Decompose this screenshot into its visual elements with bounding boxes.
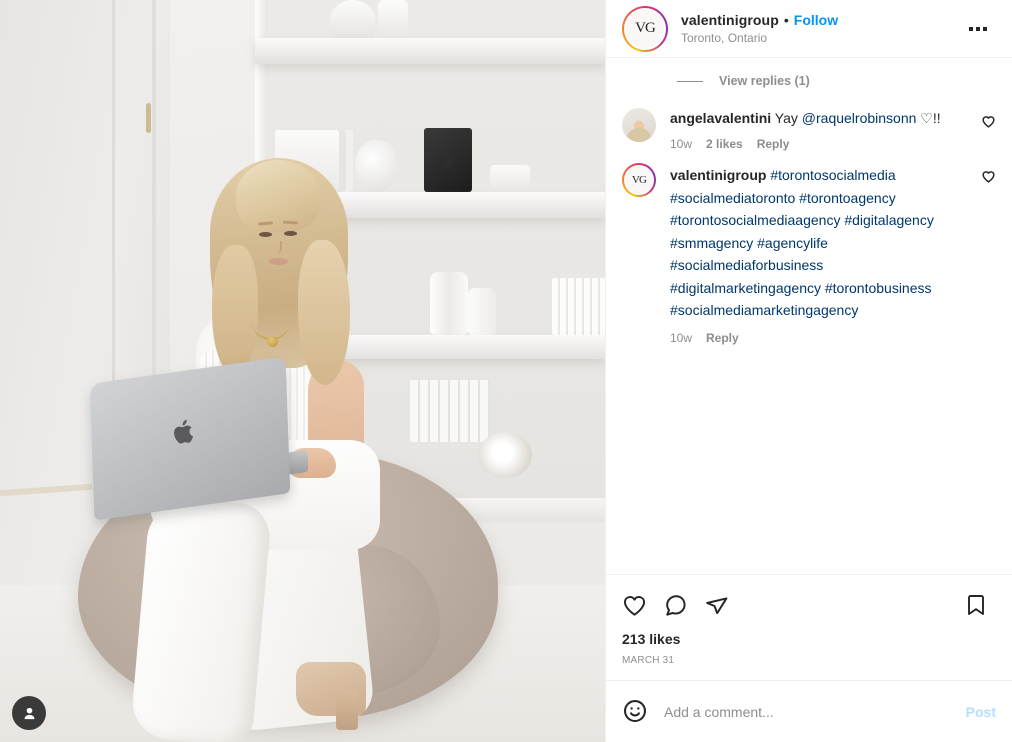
comment-like-button[interactable] — [970, 163, 996, 184]
comment-item: angelavalentini Yay @raquelrobinsonn ♡!!… — [622, 100, 996, 155]
emoji-smiley-icon — [624, 699, 646, 722]
instagram-post: VG valentinigroup • Follow Toronto, Onta… — [0, 0, 1012, 742]
comment-likes[interactable]: 2 likes — [706, 137, 743, 151]
necklace-pendant — [267, 336, 278, 347]
face — [241, 186, 313, 282]
comment-reply-button[interactable]: Reply — [706, 331, 739, 345]
header-username-row: valentinigroup • Follow — [681, 11, 958, 29]
commenter-avatar[interactable] — [622, 108, 656, 142]
emoji-picker-button[interactable] — [622, 698, 650, 726]
view-replies-button[interactable]: View replies (1) — [622, 68, 996, 100]
view-replies-dash — [677, 80, 703, 82]
more-options-icon — [983, 26, 987, 31]
post-actions: 213 likes MARCH 31 — [606, 574, 1012, 680]
likes-count[interactable]: 213 likes — [622, 629, 996, 655]
apple-logo-icon — [171, 417, 198, 448]
username-separator: • — [783, 11, 789, 28]
add-comment-bar: Post — [606, 680, 1012, 742]
comment-meta: 10w Reply — [670, 331, 970, 345]
author-avatar-initials: VG — [624, 7, 666, 50]
post-photo — [0, 0, 605, 742]
eye-right — [284, 231, 297, 236]
comment-text: valentinigroup #torontosocialmedia #soci… — [670, 164, 970, 322]
floor-geode — [478, 432, 532, 478]
person-tag-button[interactable] — [12, 696, 46, 730]
commenter-avatar-photo — [622, 108, 656, 142]
post-location[interactable]: Toronto, Ontario — [681, 30, 958, 47]
person-tag-icon — [24, 707, 34, 719]
shelf-object-canister — [430, 272, 468, 335]
comment-bubble-icon — [666, 594, 686, 616]
heart-icon — [982, 116, 995, 128]
author-username[interactable]: valentinigroup — [681, 11, 779, 29]
heart-icon — [982, 171, 995, 183]
share-post-button[interactable] — [696, 585, 737, 626]
comment-body: angelavalentini Yay @raquelrobinsonn ♡!!… — [670, 108, 970, 151]
shelf-object-speaker — [424, 128, 472, 192]
comment-trailing: ♡!! — [916, 110, 941, 126]
shelf-object-vase-small — [378, 0, 408, 40]
commenter-avatar-initials: VG — [624, 165, 654, 195]
eye-left — [259, 232, 272, 237]
post-comment-button[interactable]: Post — [956, 700, 996, 724]
commenter-username[interactable]: valentinigroup — [670, 167, 766, 183]
comment-time: 10w — [670, 137, 693, 151]
post-header: VG valentinigroup • Follow Toronto, Onta… — [606, 0, 1012, 58]
shelf-top — [255, 38, 605, 64]
door-handle — [146, 103, 151, 133]
comment-reply-button[interactable]: Reply — [757, 137, 790, 151]
heart-icon — [623, 595, 646, 616]
shelf-object-books-right — [552, 278, 605, 335]
comment-body: valentinigroup #torontosocialmedia #soci… — [670, 163, 970, 345]
action-buttons-row — [622, 581, 996, 629]
comment-mention[interactable]: @raquelrobinsonn — [802, 110, 917, 126]
comment-time: 10w — [670, 330, 693, 345]
lips — [269, 258, 288, 265]
view-replies-label: View replies (1) — [719, 74, 810, 88]
comment-item: VG valentinigroup #torontosocialmedia #s… — [622, 155, 996, 349]
eyebrow-left — [257, 221, 274, 226]
post-media[interactable] — [0, 0, 605, 742]
like-post-button[interactable] — [622, 585, 655, 626]
post-sidebar: VG valentinigroup • Follow Toronto, Onta… — [605, 0, 1012, 742]
save-post-button[interactable] — [956, 585, 996, 625]
comment-post-button[interactable] — [655, 585, 696, 626]
shelf-object-vase — [330, 0, 375, 40]
sandal-heel — [336, 690, 358, 730]
eyebrow-right — [282, 220, 299, 225]
comment-hashtags[interactable]: #torontosocialmedia #socialmediatoronto … — [670, 167, 934, 318]
more-options-icon — [969, 26, 973, 31]
follow-button[interactable]: Follow — [794, 11, 838, 29]
shelf-object-bowl — [490, 165, 530, 192]
bookmark-icon — [968, 595, 984, 615]
more-options-button[interactable] — [958, 14, 998, 44]
comment-message: Yay — [771, 110, 802, 126]
commenter-username[interactable]: angelavalentini — [670, 110, 771, 126]
shelf-object-sculpture — [355, 140, 397, 192]
author-avatar[interactable]: VG — [622, 5, 668, 52]
white-pants-leg-front — [129, 495, 273, 742]
comments-list[interactable]: View replies (1) angelavalentini Yay @ra… — [606, 58, 1012, 574]
post-date: MARCH 31 — [622, 655, 675, 666]
nose — [274, 241, 282, 254]
comment-like-button[interactable] — [970, 108, 996, 129]
add-comment-input[interactable] — [662, 702, 956, 721]
comment-meta: 10w 2 likes Reply — [670, 137, 970, 151]
share-paper-plane-icon — [706, 596, 728, 614]
comment-text: angelavalentini Yay @raquelrobinsonn ♡!! — [670, 109, 970, 128]
header-text-block: valentinigroup • Follow Toronto, Ontario — [681, 11, 958, 47]
commenter-avatar[interactable]: VG — [622, 163, 656, 197]
shelf-object-canister-small — [468, 288, 496, 335]
floor-books — [410, 380, 490, 442]
more-options-icon — [976, 26, 980, 31]
